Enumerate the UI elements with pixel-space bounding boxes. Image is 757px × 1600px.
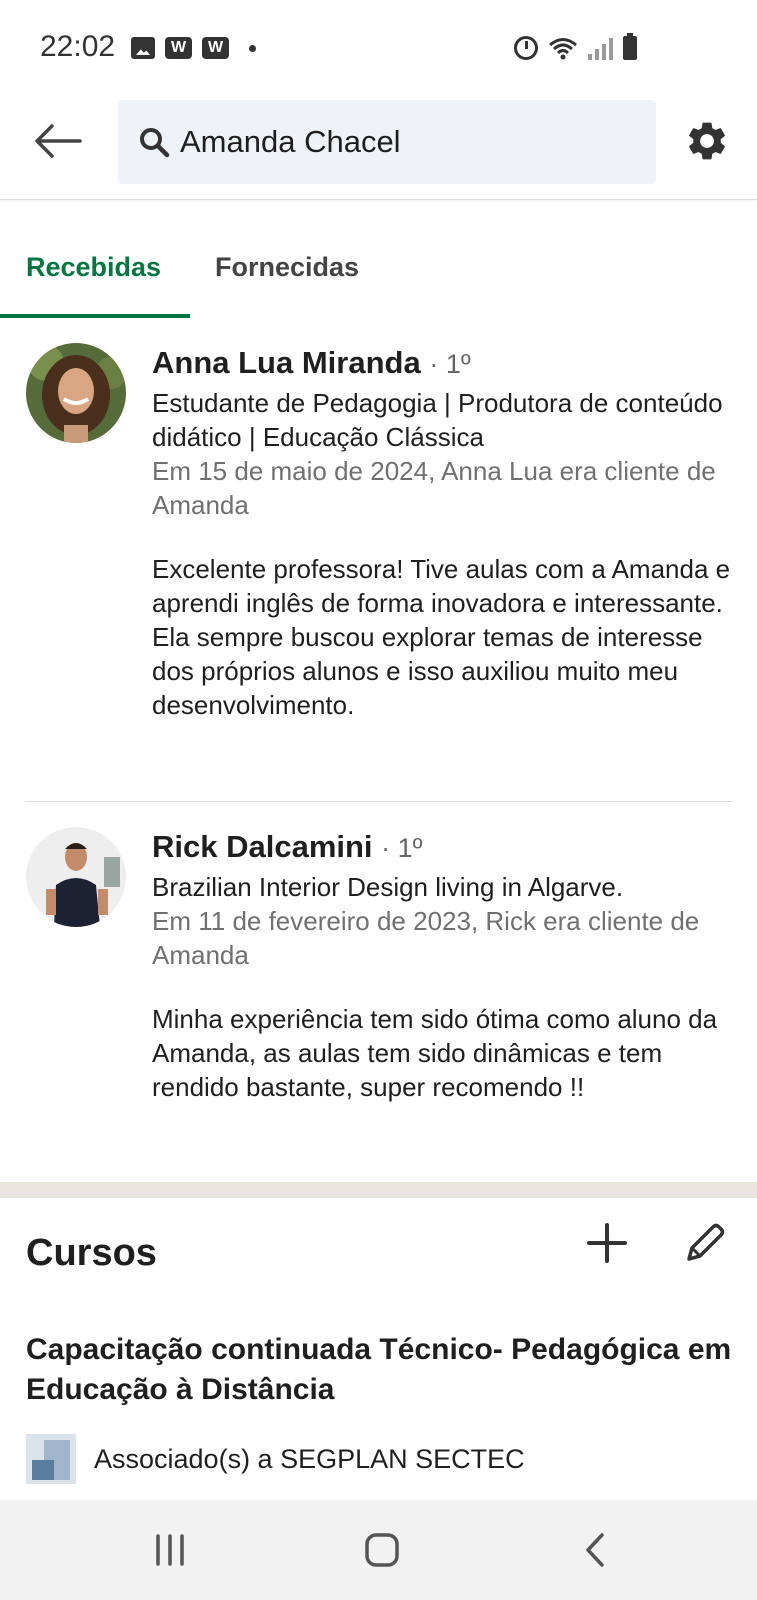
home-button[interactable] <box>352 1528 412 1572</box>
settings-button[interactable] <box>682 116 732 166</box>
recent-apps-button[interactable] <box>140 1528 200 1572</box>
gear-icon <box>689 122 725 160</box>
search-header <box>0 96 757 200</box>
recent-apps-icon <box>156 1534 184 1566</box>
notification-icons: W W <box>131 37 256 59</box>
divider <box>26 801 732 802</box>
pencil-icon <box>687 1223 725 1261</box>
section-separator <box>0 1182 757 1198</box>
recommender-headline: Brazilian Interior Design living in Alga… <box>152 872 624 902</box>
avatar-photo <box>26 343 126 443</box>
section-title: Cursos <box>26 1232 157 1274</box>
course-title: Capacitação continuada Técnico- Pedagógi… <box>26 1333 732 1406</box>
recommendation-body: Anna Lua Miranda · 1º Estudante de Pedag… <box>152 343 732 722</box>
recommendation-meta: Em 11 de fevereiro de 2023, Rick era cli… <box>152 906 700 970</box>
system-back-button[interactable] <box>565 1528 625 1572</box>
home-icon <box>365 1533 399 1567</box>
more-notifications-dot-icon <box>249 44 256 52</box>
gallery-notification-icon <box>131 37 155 59</box>
w-notification-icon: W <box>165 37 192 59</box>
status-time: 22:02 <box>40 30 116 63</box>
recommendation-meta: Em 15 de maio de 2024, Anna Lua era clie… <box>152 456 716 520</box>
connection-degree: · 1º <box>381 833 423 863</box>
edit-courses-button[interactable] <box>680 1218 730 1268</box>
chevron-left-icon <box>586 1533 604 1567</box>
recommendation-tabs: Recebidas Fornecidas <box>0 230 757 320</box>
recommendation-body: Rick Dalcamini · 1º Brazilian Interior D… <box>152 827 732 1104</box>
add-course-button[interactable] <box>582 1218 632 1268</box>
signal-icon <box>588 36 613 60</box>
courses-section: Cursos Capacitação continuada Técnico- P… <box>0 1198 757 1500</box>
recommendation-text: Excelente professora! Tive aulas com a A… <box>152 554 731 720</box>
connection-degree: · 1º <box>429 349 471 379</box>
recommender-line: Anna Lua Miranda · 1º <box>152 343 732 384</box>
tab-given[interactable]: Fornecidas <box>215 230 359 318</box>
search-input[interactable] <box>180 124 640 160</box>
recommender-name[interactable]: Rick Dalcamini <box>152 829 373 864</box>
avatar-photo <box>26 827 126 927</box>
avatar[interactable] <box>26 343 126 443</box>
avatar[interactable] <box>26 827 126 927</box>
recommender-line: Rick Dalcamini · 1º <box>152 827 732 868</box>
alarm-icon <box>514 36 538 60</box>
association-text: Associado(s) a SEGPLAN SECTEC <box>94 1443 525 1474</box>
organization-logo-icon <box>26 1434 76 1484</box>
plus-icon <box>587 1223 627 1263</box>
recommender-name[interactable]: Anna Lua Miranda <box>152 345 421 380</box>
recommender-headline: Estudante de Pedagogia | Produtora de co… <box>152 388 723 452</box>
w-notification-icon: W <box>202 37 229 59</box>
tab-received[interactable]: Recebidas <box>0 230 190 318</box>
course-association: Associado(s) a SEGPLAN SECTEC <box>26 1434 525 1484</box>
search-icon <box>140 128 170 158</box>
system-nav-bar <box>0 1500 757 1600</box>
back-button[interactable] <box>30 116 86 166</box>
arrow-left-icon <box>35 124 82 158</box>
wifi-icon <box>549 38 577 60</box>
search-box[interactable] <box>118 100 656 184</box>
system-icons <box>514 33 637 60</box>
battery-icon <box>623 33 637 60</box>
recommendation-text: Minha experiência tem sido ótima como al… <box>152 1004 718 1102</box>
status-bar: 22:02 W W <box>0 0 757 96</box>
